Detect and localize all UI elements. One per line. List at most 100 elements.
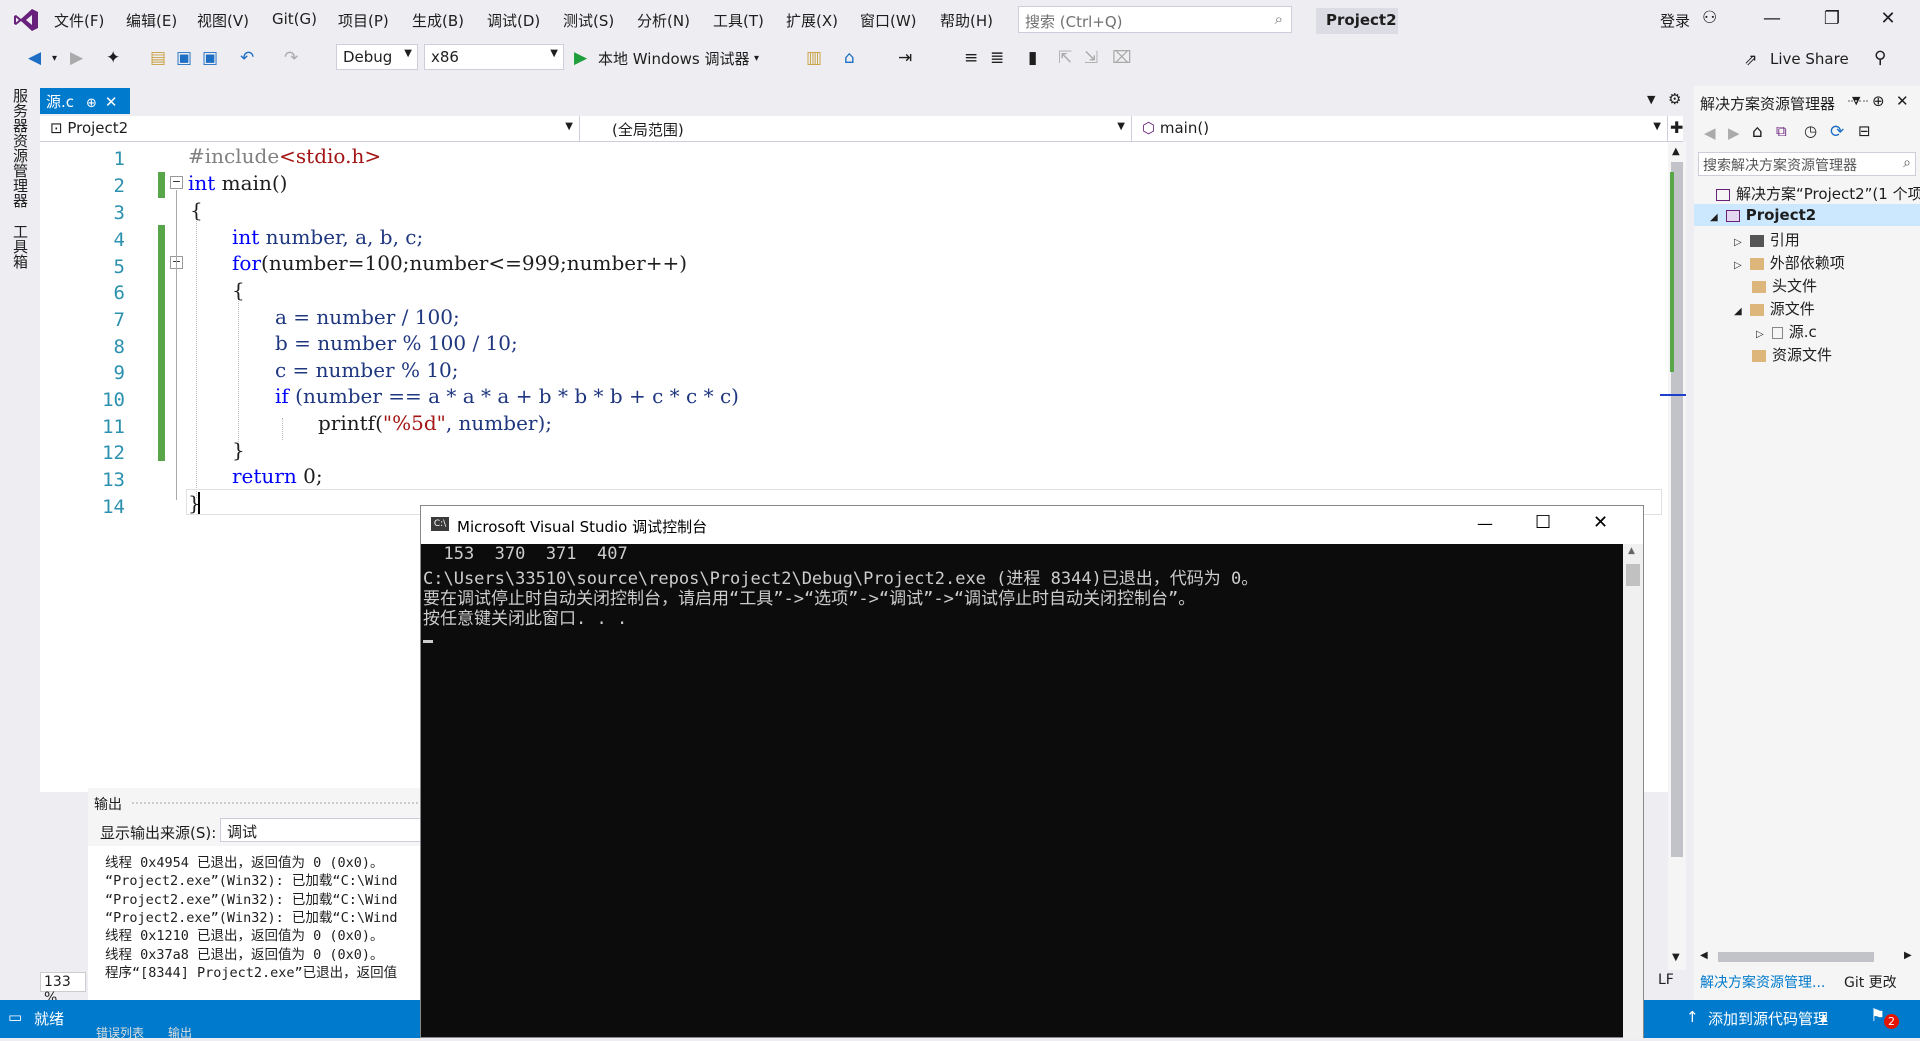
- member-nav-select[interactable]: ⬡ main() ▼: [1136, 116, 1668, 141]
- next-bookmark-icon[interactable]: ⇲: [1084, 48, 1098, 68]
- menu-file[interactable]: 文件(F): [54, 10, 104, 31]
- close-panel-icon[interactable]: ✕: [1896, 92, 1909, 110]
- login-link[interactable]: 登录: [1660, 10, 1690, 31]
- platform-select[interactable]: x86 ▼: [424, 44, 564, 70]
- pin-icon[interactable]: ⊕: [1872, 92, 1885, 110]
- toolbox-tab[interactable]: 工具箱: [10, 224, 31, 269]
- close-tab-icon[interactable]: ✕: [105, 93, 118, 111]
- menu-window[interactable]: 窗口(W): [860, 10, 917, 31]
- console-maximize-button[interactable]: ☐: [1535, 512, 1551, 533]
- notification-icon[interactable]: ⚑: [1870, 1006, 1885, 1026]
- console-scroll-thumb[interactable]: [1626, 564, 1640, 586]
- tab-solution-explorer[interactable]: 解决方案资源管理...: [1700, 972, 1825, 992]
- tree-external-deps[interactable]: ▷ 外部依赖项: [1734, 252, 1845, 273]
- user-icon[interactable]: ⚇: [1702, 8, 1717, 28]
- settings-icon[interactable]: ⚙: [1668, 90, 1681, 108]
- project-nav-select[interactable]: ⊡ Project2 ▼: [44, 116, 580, 141]
- run-icon[interactable]: ▶: [574, 48, 587, 68]
- back-icon[interactable]: ◀: [28, 48, 41, 68]
- clear-bookmarks-icon[interactable]: ⌧: [1112, 48, 1132, 68]
- tree-project[interactable]: ◢ Project2: [1710, 206, 1816, 224]
- bookmark-icon[interactable]: ▮: [1028, 48, 1037, 68]
- feedback-icon[interactable]: ⚲: [1874, 48, 1886, 68]
- comment-icon[interactable]: ≡: [964, 48, 978, 68]
- undo-icon[interactable]: ↶: [240, 48, 254, 68]
- find-in-files-icon[interactable]: ▥: [806, 48, 822, 68]
- run-debugger-button[interactable]: 本地 Windows 调试器: [598, 48, 750, 69]
- tree-source-files[interactable]: ◢ 源文件: [1734, 298, 1815, 319]
- menu-test[interactable]: 测试(S): [563, 10, 614, 31]
- tree-references[interactable]: ▷ 引用: [1734, 229, 1800, 250]
- zoom-level[interactable]: 133 %: [40, 972, 86, 1006]
- minimize-button[interactable]: —: [1752, 8, 1792, 29]
- menu-git[interactable]: Git(G): [272, 10, 317, 28]
- tab-overflow-icon[interactable]: ▼: [1647, 93, 1655, 106]
- step-icon[interactable]: ⇥: [898, 48, 912, 68]
- tab-git-changes[interactable]: Git 更改: [1844, 972, 1897, 992]
- switch-view-icon[interactable]: ⧉: [1776, 122, 1787, 140]
- menu-view[interactable]: 视图(V): [197, 10, 249, 31]
- home-icon[interactable]: ⌂: [1752, 122, 1763, 142]
- menu-edit[interactable]: 编辑(E): [126, 10, 177, 31]
- up-arrow-icon[interactable]: ↑: [1686, 1008, 1699, 1026]
- tree-source-c[interactable]: ▷ 源.c: [1756, 321, 1817, 342]
- tab-error-list[interactable]: 错误列表: [96, 1024, 144, 1041]
- redo-icon[interactable]: ↷: [284, 48, 298, 68]
- tab-output[interactable]: 输出: [168, 1024, 192, 1041]
- run-dropdown-icon[interactable]: ▾: [754, 53, 759, 64]
- open-folder-icon[interactable]: ▤: [150, 48, 166, 68]
- horizontal-scroll-thumb[interactable]: [1718, 952, 1874, 962]
- scroll-left-icon[interactable]: ◀: [1700, 950, 1708, 961]
- console-minimize-button[interactable]: —: [1477, 514, 1493, 533]
- tree-solution-root[interactable]: 解决方案“Project2”(1 个项: [1716, 183, 1920, 204]
- output-source-select[interactable]: 调试: [220, 818, 430, 842]
- menu-analyze[interactable]: 分析(N): [637, 10, 690, 31]
- split-icon[interactable]: ✚: [1670, 118, 1683, 137]
- solution-explorer-icon[interactable]: ⌂: [844, 48, 855, 68]
- line-ending[interactable]: LF: [1658, 972, 1674, 988]
- pending-changes-icon[interactable]: ◷: [1804, 122, 1817, 140]
- sync-icon[interactable]: ⟳: [1830, 122, 1844, 142]
- close-button[interactable]: ✕: [1868, 8, 1908, 29]
- restore-button[interactable]: ❐: [1812, 8, 1852, 29]
- save-icon[interactable]: ▣: [176, 48, 192, 68]
- menu-debug[interactable]: 调试(D): [487, 10, 540, 31]
- editor-scrollbar[interactable]: ▲ ▼: [1660, 142, 1686, 970]
- save-all-icon[interactable]: ▣: [202, 48, 218, 68]
- tree-header-files[interactable]: 头文件: [1752, 275, 1817, 296]
- back-icon[interactable]: ◀: [1704, 124, 1716, 142]
- scroll-up-icon[interactable]: ▲: [1628, 546, 1635, 556]
- prev-bookmark-icon[interactable]: ⇱: [1058, 48, 1072, 68]
- menu-help[interactable]: 帮助(H): [940, 10, 993, 31]
- scroll-right-icon[interactable]: ▶: [1904, 950, 1912, 961]
- search-input[interactable]: 搜索 (Ctrl+Q) ⌕: [1018, 6, 1292, 33]
- forward-icon[interactable]: ▶: [1728, 124, 1740, 142]
- debug-console-window[interactable]: C:\ Microsoft Visual Studio 调试控制台 — ☐ ✕ …: [420, 505, 1644, 1039]
- back-dropdown-icon[interactable]: ▾: [52, 53, 57, 64]
- config-select[interactable]: Debug ▼: [336, 44, 418, 70]
- server-explorer-tab[interactable]: 服务器资源管理器: [10, 88, 31, 208]
- console-titlebar[interactable]: C:\ Microsoft Visual Studio 调试控制台 — ☐ ✕: [421, 506, 1643, 544]
- add-source-control-button[interactable]: 添加到源代码管理: [1708, 1008, 1828, 1029]
- uncomment-icon[interactable]: ≣: [990, 48, 1004, 68]
- scroll-up-icon[interactable]: ▲: [1672, 146, 1680, 157]
- scope-nav-select[interactable]: (全局范围) ▼: [586, 116, 1132, 141]
- menu-project[interactable]: 项目(P): [338, 10, 389, 31]
- solution-search-input[interactable]: 搜索解决方案资源管理器 ⌕: [1698, 152, 1916, 176]
- menu-build[interactable]: 生成(B): [412, 10, 464, 31]
- console-close-button[interactable]: ✕: [1593, 512, 1608, 533]
- live-share-button[interactable]: Live Share: [1770, 50, 1849, 68]
- live-share-icon[interactable]: ⇗: [1744, 50, 1757, 69]
- dropdown-icon[interactable]: ▴: [1820, 1008, 1828, 1026]
- new-project-icon[interactable]: ✦: [106, 48, 120, 68]
- forward-icon[interactable]: ▶: [70, 48, 83, 68]
- menu-extensions[interactable]: 扩展(X): [786, 10, 838, 31]
- pin-icon[interactable]: ⊕: [86, 96, 97, 111]
- collapse-all-icon[interactable]: ⊟: [1858, 122, 1871, 140]
- menu-tools[interactable]: 工具(T): [713, 10, 764, 31]
- tree-resource-files[interactable]: 资源文件: [1752, 344, 1832, 365]
- console-scrollbar[interactable]: ▲: [1623, 544, 1643, 1039]
- tab-source-file[interactable]: 源.c ⊕ ✕: [40, 88, 130, 114]
- scroll-down-icon[interactable]: ▼: [1672, 952, 1680, 963]
- collapse-icon[interactable]: −: [170, 176, 183, 189]
